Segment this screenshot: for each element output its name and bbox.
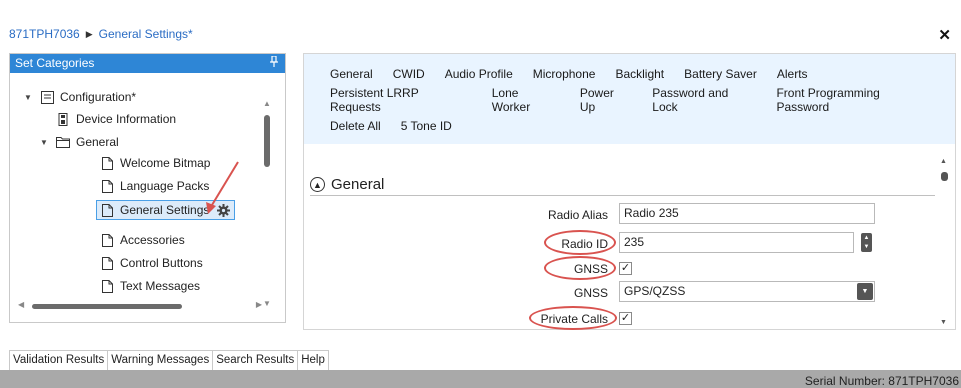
set-categories-panel: Set Categories ▼ Configuration* Device I… [9, 53, 286, 323]
tab-persistent-lrrp-requests[interactable]: Persistent LRRP Requests [330, 86, 472, 114]
tab-general[interactable]: General [330, 67, 373, 81]
scroll-up-icon[interactable]: ▲ [940, 158, 947, 165]
gnss-checkbox[interactable]: ✓ [619, 262, 632, 275]
tree-item-welcome-bitmap-label: Welcome Bitmap [120, 156, 211, 170]
radio-id-stepper[interactable]: ▲ ▼ [861, 233, 872, 252]
tree-item-general-settings-label: General Settings [120, 203, 210, 217]
radio-alias-label: Radio Alias [547, 208, 608, 222]
tree-horizontal-scrollbar[interactable]: ◀ ▶ [16, 300, 266, 312]
settings-vertical-scrollbar[interactable]: ▲ ▼ [940, 158, 950, 326]
tree-item-language-packs-label: Language Packs [120, 179, 210, 193]
set-categories-title: Set Categories [15, 56, 95, 70]
set-categories-header: Set Categories [10, 54, 285, 73]
serial-number: Serial Number: 871TPH7036 [804, 374, 959, 388]
pin-icon[interactable] [269, 55, 279, 74]
radio-id-input[interactable]: 235 [619, 232, 854, 253]
configuration-icon [40, 90, 54, 104]
tab-backlight[interactable]: Backlight [615, 67, 664, 81]
tree-item-general-label: General [76, 135, 119, 149]
tab-power-up[interactable]: Power Up [580, 86, 632, 114]
tab-row-3: Delete All 5 Tone ID [330, 113, 955, 139]
tab-lone-worker[interactable]: Lone Worker [492, 86, 560, 114]
section-divider [310, 195, 935, 196]
tab-help[interactable]: Help [297, 350, 329, 370]
device-icon [56, 112, 70, 126]
stepper-up-icon[interactable]: ▲ [864, 235, 870, 241]
tree-item-text-messages-label: Text Messages [120, 279, 201, 293]
tab-row-2: Persistent LRRP Requests Lone Worker Pow… [330, 86, 955, 114]
scroll-thumb[interactable] [32, 304, 182, 309]
tree-item-accessories[interactable]: Accessories [100, 230, 185, 250]
breadcrumb-page[interactable]: General Settings* [99, 27, 193, 41]
tree-item-text-messages[interactable]: Text Messages [100, 276, 200, 296]
tab-password-and-lock[interactable]: Password and Lock [652, 86, 756, 114]
radio-id-label: Radio ID [561, 237, 608, 251]
tree-item-control-buttons-label: Control Buttons [120, 256, 203, 270]
private-calls-checkbox[interactable]: ✓ [619, 312, 632, 325]
tab-row-1: General CWID Audio Profile Microphone Ba… [330, 61, 955, 87]
tab-cwid[interactable]: CWID [393, 67, 425, 81]
bottom-tab-bar: Validation Results Warning Messages Sear… [9, 350, 329, 370]
file-icon [100, 203, 114, 217]
tab-validation-results[interactable]: Validation Results [9, 350, 109, 370]
tab-battery-saver[interactable]: Battery Saver [684, 67, 757, 81]
category-tree: ▼ Configuration* Device Information ▼ Ge… [10, 73, 285, 322]
gnss-label: GNSS [573, 262, 608, 276]
expand-arrow-icon[interactable]: ▼ [24, 93, 34, 102]
gnss-mode-select[interactable]: GPS/QZSS ▼ [619, 281, 875, 302]
breadcrumb-device[interactable]: 871TPH7036 [9, 27, 80, 41]
scroll-right-icon[interactable]: ▶ [256, 300, 262, 309]
tree-item-control-buttons[interactable]: Control Buttons [100, 253, 203, 273]
tab-audio-profile[interactable]: Audio Profile [445, 67, 513, 81]
gnss-mode-value: GPS/QZSS [624, 284, 686, 298]
scroll-thumb[interactable] [941, 172, 948, 181]
section-header-general[interactable]: ▲ General [310, 176, 384, 193]
collapse-icon[interactable]: ▲ [310, 177, 325, 192]
file-icon [100, 279, 114, 293]
scroll-up-icon[interactable]: ▲ [261, 99, 273, 108]
close-icon[interactable]: ✕ [938, 26, 951, 44]
stepper-down-icon[interactable]: ▼ [864, 244, 870, 250]
status-bar: Serial Number: 871TPH7036 [0, 370, 961, 388]
tree-item-configuration[interactable]: ▼ Configuration* [24, 87, 136, 107]
section-title: General [331, 176, 385, 193]
gear-icon[interactable] [217, 203, 231, 217]
scroll-thumb[interactable] [264, 115, 270, 167]
file-icon [100, 233, 114, 247]
tab-front-programming-password[interactable]: Front Programming Password [776, 86, 935, 114]
scroll-down-icon[interactable]: ▼ [940, 319, 947, 326]
tree-vertical-scrollbar[interactable]: ▲ ▼ [261, 95, 273, 310]
tab-alerts[interactable]: Alerts [777, 67, 808, 81]
breadcrumb-separator-icon: ▶ [85, 28, 93, 39]
scroll-left-icon[interactable]: ◀ [18, 300, 24, 309]
breadcrumb: 871TPH7036 ▶ General Settings* [9, 27, 193, 41]
radio-alias-input[interactable]: Radio 235 [619, 203, 875, 224]
file-icon [100, 156, 114, 170]
tab-warning-messages[interactable]: Warning Messages [107, 350, 214, 370]
tree-item-device-information-label: Device Information [76, 112, 177, 126]
file-icon [100, 179, 114, 193]
tab-5-tone-id[interactable]: 5 Tone ID [401, 119, 452, 133]
folder-icon [56, 135, 70, 149]
tab-search-results[interactable]: Search Results [212, 350, 299, 370]
file-icon [100, 256, 114, 270]
tree-item-language-packs[interactable]: Language Packs [100, 176, 209, 196]
tab-microphone[interactable]: Microphone [533, 67, 596, 81]
settings-tabs: General CWID Audio Profile Microphone Ba… [304, 54, 955, 144]
settings-panel: General CWID Audio Profile Microphone Ba… [303, 53, 956, 330]
tree-item-accessories-label: Accessories [120, 233, 185, 247]
tree-item-general[interactable]: ▼ General [40, 132, 119, 152]
tree-item-configuration-label: Configuration* [60, 90, 137, 104]
expand-arrow-icon[interactable]: ▼ [40, 138, 50, 147]
tree-item-general-settings[interactable]: General Settings [96, 200, 236, 220]
private-calls-label: Private Calls [540, 312, 608, 326]
tree-item-device-information[interactable]: Device Information [56, 109, 176, 129]
chevron-down-icon[interactable]: ▼ [857, 283, 873, 300]
tree-item-welcome-bitmap[interactable]: Welcome Bitmap [100, 153, 210, 173]
tab-delete-all[interactable]: Delete All [330, 119, 381, 133]
gnss-mode-label: GNSS [573, 286, 608, 300]
